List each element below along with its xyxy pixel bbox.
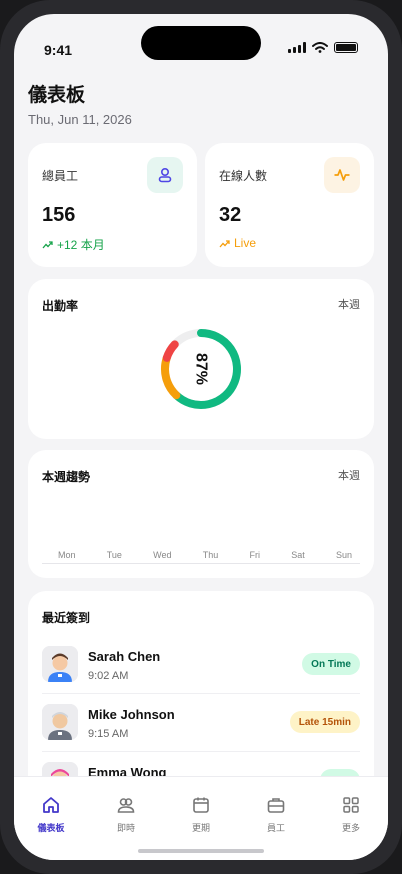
trend-up-icon	[42, 241, 53, 249]
weekday-axis: Mon Tue Wed Thu Fri Sat Sun	[42, 550, 360, 560]
tab-employees[interactable]: 員工	[246, 795, 306, 834]
online-count-card[interactable]: 在線人數 32 Live	[205, 143, 374, 267]
signal-icon	[288, 42, 306, 53]
recent-checkins-title: 最近簽到	[42, 611, 91, 625]
employee-name: Mike Johnson	[88, 707, 175, 722]
stat-trend: +12 本月	[42, 236, 105, 253]
status-time: 9:41	[44, 42, 73, 58]
checkin-row[interactable]: Emma Wong	[42, 755, 360, 776]
battery-icon	[334, 42, 358, 53]
tab-more[interactable]: 更多	[321, 795, 381, 834]
tab-schedule[interactable]: 更期	[171, 795, 231, 834]
checkin-time: 9:15 AM	[88, 728, 129, 740]
status-badge	[320, 769, 360, 776]
status-badge: Late 15min	[289, 711, 360, 733]
day-label: Wed	[153, 550, 172, 560]
employee-name: Emma Wong	[88, 765, 167, 776]
checkin-time: 9:02 AM	[88, 670, 129, 682]
attendance-title: 出勤率	[42, 299, 79, 313]
page-title: 儀表板	[28, 85, 86, 106]
stat-value: 32	[219, 204, 242, 226]
home-indicator	[138, 849, 264, 853]
checkin-row[interactable]: Sarah Chen 9:02 AM On Time	[42, 639, 360, 697]
attendance-percent: 87%	[193, 353, 210, 385]
donut-segment-late	[161, 353, 181, 400]
attendance-card[interactable]: 出勤率 本週 87%	[28, 279, 374, 439]
stat-trend-text: +12 本月	[57, 238, 105, 252]
dashboard-content[interactable]: 儀表板 Thu, Jun 11, 2026 總員工 156 +12 本月 在線人…	[14, 76, 388, 776]
tab-label: 更期	[191, 823, 210, 833]
status-badge: On Time	[302, 653, 360, 675]
app-screen: 9:41 儀表板 Thu, Jun 11, 2026 總員工 156 +12 本…	[14, 14, 388, 860]
home-icon	[43, 797, 59, 813]
grid-icon	[343, 797, 359, 813]
stat-trend: Live	[219, 236, 256, 250]
day-label: Fri	[249, 550, 261, 560]
day-label: Mon	[58, 550, 76, 560]
day-label: Sat	[291, 550, 305, 560]
tab-bar: 儀表板 即時 更期 員工 更多	[14, 776, 388, 860]
divider	[42, 693, 360, 694]
calendar-icon	[193, 797, 209, 813]
tab-label: 即時	[116, 823, 135, 833]
dynamic-island	[141, 26, 261, 60]
avatar	[42, 762, 78, 776]
tab-label: 儀表板	[37, 823, 65, 833]
tab-label: 更多	[341, 823, 360, 833]
stat-trend-text: Live	[234, 236, 257, 250]
trend-baseline	[42, 563, 360, 564]
trend-up-icon	[219, 239, 230, 247]
checkin-row[interactable]: Mike Johnson 9:15 AM Late 15min	[42, 697, 360, 755]
tab-label: 員工	[266, 823, 285, 833]
page-date: Thu, Jun 11, 2026	[28, 112, 132, 127]
tab-realtime[interactable]: 即時	[96, 795, 156, 834]
employee-name: Sarah Chen	[88, 649, 161, 664]
attendance-period[interactable]: 本週	[338, 296, 360, 312]
activity-icon	[324, 157, 360, 193]
weekly-trend-title: 本週趨勢	[42, 470, 91, 484]
stat-label: 總員工	[42, 169, 79, 183]
tab-dashboard[interactable]: 儀表板	[21, 795, 81, 834]
weekly-trend-card[interactable]: 本週趨勢 本週 Mon Tue Wed Thu Fri Sat Sun	[28, 450, 374, 578]
stat-value: 156	[42, 204, 76, 226]
weekly-trend-period[interactable]: 本週	[338, 467, 360, 483]
avatar	[42, 646, 78, 682]
people-icon	[117, 798, 135, 813]
stat-label: 在線人數	[219, 169, 268, 183]
attendance-donut: 87%	[161, 329, 241, 409]
total-employees-card[interactable]: 總員工 156 +12 本月	[28, 143, 197, 267]
donut-segment-absent	[162, 340, 179, 362]
day-label: Thu	[202, 550, 219, 560]
wifi-icon	[312, 42, 328, 53]
day-label: Sun	[335, 550, 352, 560]
avatar	[42, 704, 78, 740]
status-icons	[288, 42, 358, 53]
phone-frame: 9:41 儀表板 Thu, Jun 11, 2026 總員工 156 +12 本…	[0, 0, 402, 874]
recent-checkins-card[interactable]: 最近簽到 Sarah Chen 9:02 AM On Time Mike Joh…	[28, 591, 374, 776]
day-label: Tue	[106, 550, 122, 560]
users-icon	[147, 157, 183, 193]
divider	[42, 751, 360, 752]
briefcase-icon	[267, 798, 285, 813]
